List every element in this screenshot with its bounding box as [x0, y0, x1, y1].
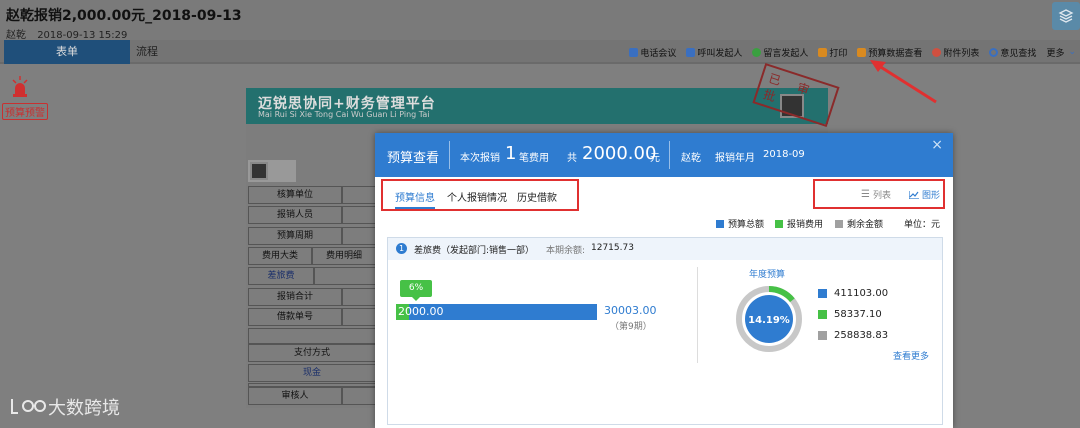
total-prefix: 共	[567, 153, 577, 164]
expense-count-suffix: 笔费用	[519, 153, 549, 164]
expense-count: 1	[505, 143, 517, 164]
row-claimant: 报销人员	[248, 206, 342, 224]
period-budget-total: 30003.00	[604, 304, 657, 317]
balance-label: 本期余额:	[546, 246, 586, 256]
annual-remaining: 258838.83	[818, 330, 888, 341]
row-reviewer-value	[342, 387, 376, 405]
row-budget-period: 预算周期	[248, 227, 342, 245]
small-qr-icon	[250, 162, 268, 180]
document-subtitle: Mai Rui Si Xie Tong Cai Wu Guan Li Ping …	[258, 110, 430, 119]
row-total-value	[342, 288, 376, 306]
item-index-badge: 1	[396, 243, 407, 254]
annual-budget-donut: 14.19%	[736, 286, 802, 352]
legend-remaining: 剩余金额	[835, 217, 883, 230]
dialog-title: 预算查看	[387, 151, 440, 166]
alarm-icon[interactable]	[12, 76, 28, 98]
view-more-link[interactable]: 查看更多	[893, 349, 929, 362]
more-button[interactable]: 更多 ⌄	[1046, 46, 1076, 59]
print-icon	[818, 47, 828, 57]
annual-claimed: 58337.10	[818, 309, 882, 320]
chevron-down-icon: ⌄	[1068, 47, 1076, 57]
used-amount: 2000.00	[398, 305, 444, 318]
header-divider-2	[669, 141, 670, 169]
row-loan-no: 借款单号	[248, 308, 342, 326]
budget-icon	[857, 47, 867, 57]
legend-swatch	[818, 310, 827, 319]
layers-button[interactable]	[1052, 2, 1080, 30]
tab-personal-claims[interactable]: 个人报销情况	[447, 189, 507, 204]
balance-value: 12715.73	[591, 243, 634, 253]
unit-label: 单位：元	[904, 220, 941, 230]
row-spacer	[248, 328, 376, 344]
annotation-arrow	[870, 60, 937, 104]
print-button[interactable]: 打印	[818, 46, 847, 59]
dialog-claimant: 赵乾	[681, 153, 701, 164]
travel-expense-detail	[314, 267, 376, 285]
budget-alert-label[interactable]: 预算预警	[2, 103, 48, 120]
legend-swatch	[818, 289, 827, 298]
payment-cash-link[interactable]: 现金	[248, 364, 376, 382]
tab-budget-info[interactable]: 预算信息	[395, 189, 435, 209]
row-claimant-value	[342, 206, 376, 224]
budget-view-dialog: 预算查看 本次报销 1 笔费用 共 2000.00 元 赵乾 报销年月 2018…	[375, 133, 953, 428]
attachment-list-button[interactable]: 附件列表	[932, 46, 979, 59]
highlight-box	[813, 179, 949, 209]
claim-month: 2018-09	[763, 149, 805, 160]
col-expense-category: 费用大类	[248, 247, 312, 265]
row-accounting-unit: 核算单位	[248, 186, 342, 204]
page-meta: 赵乾 2018-09-13 15:29	[6, 26, 135, 41]
card-divider	[697, 267, 698, 363]
summary-prefix: 本次报销	[460, 153, 500, 164]
call-initiator-button[interactable]: 呼叫发起人	[686, 46, 742, 59]
opinion-search-button[interactable]: 意见查找	[989, 46, 1036, 59]
month-label: 报销年月	[715, 153, 755, 164]
close-icon[interactable]: ×	[931, 137, 943, 153]
header-divider	[449, 141, 450, 169]
phone-icon	[629, 47, 639, 57]
col-expense-detail: 费用明细	[312, 247, 376, 265]
page-title: 赵乾报销2,000.00元_2018-09-13	[6, 8, 242, 24]
attachment-icon	[932, 47, 942, 57]
legend-claimed: 报销费用	[775, 217, 823, 230]
call-icon	[686, 47, 696, 57]
phone-meeting-button[interactable]: 电话会议	[629, 46, 676, 59]
legend-swatch	[775, 219, 783, 228]
donut-center-label: 14.19%	[748, 315, 790, 326]
travel-expense-link[interactable]: 差旅费	[248, 267, 314, 285]
page-header: 赵乾报销2,000.00元_2018-09-13 赵乾 2018-09-13 1…	[0, 0, 1080, 41]
legend-total-budget: 预算总额	[716, 217, 764, 230]
budget-item-header: 1 差旅费（发起部门:销售一部） 本期余额: 12715.73	[388, 238, 942, 260]
legend-swatch	[835, 219, 843, 228]
budget-period-label: （第9期）	[610, 322, 652, 332]
tab-workflow[interactable]: 流程	[92, 40, 202, 64]
used-percent-tooltip: 6%	[400, 280, 432, 301]
layers-icon	[1058, 9, 1074, 23]
row-loan-no-value	[342, 308, 376, 326]
dialog-subtabs: 预算信息 个人报销情况 历史借款	[381, 179, 579, 211]
item-title: 差旅费（发起部门:销售一部）	[414, 246, 535, 256]
logo-icon	[11, 399, 46, 414]
search-icon	[989, 47, 999, 57]
document-header: 迈锐思协同+财务管理平台 Mai Rui Si Xie Tong Cai Wu …	[246, 88, 828, 124]
row-accounting-unit-value	[342, 186, 376, 204]
toolbar: 电话会议 呼叫发起人 留言发起人 打印 预算数据查看 附件列表 意见查找 更多 ⌄	[619, 40, 1076, 64]
dialog-header: 预算查看 本次报销 1 笔费用 共 2000.00 元 赵乾 报销年月 2018…	[375, 133, 953, 177]
budget-progress-bar: 2000.00	[396, 304, 597, 320]
row-reviewer: 审核人	[248, 387, 342, 405]
annual-total-budget: 411103.00	[818, 288, 888, 299]
legend-swatch	[818, 331, 827, 340]
total-amount: 2000.00	[582, 143, 657, 164]
budget-view-button[interactable]: 预算数据查看	[857, 46, 922, 59]
row-budget-period-value	[342, 227, 376, 245]
legend-swatch	[716, 219, 724, 228]
message-initiator-button[interactable]: 留言发起人	[752, 46, 808, 59]
tab-loan-history[interactable]: 历史借款	[517, 189, 557, 204]
annual-budget-title: 年度预算	[749, 270, 786, 280]
total-unit: 元	[650, 153, 660, 164]
watermark-logo: 大数跨境	[8, 394, 120, 420]
row-payment-method: 支付方式	[248, 344, 376, 362]
row-total: 报销合计	[248, 288, 342, 306]
message-icon	[752, 47, 762, 57]
